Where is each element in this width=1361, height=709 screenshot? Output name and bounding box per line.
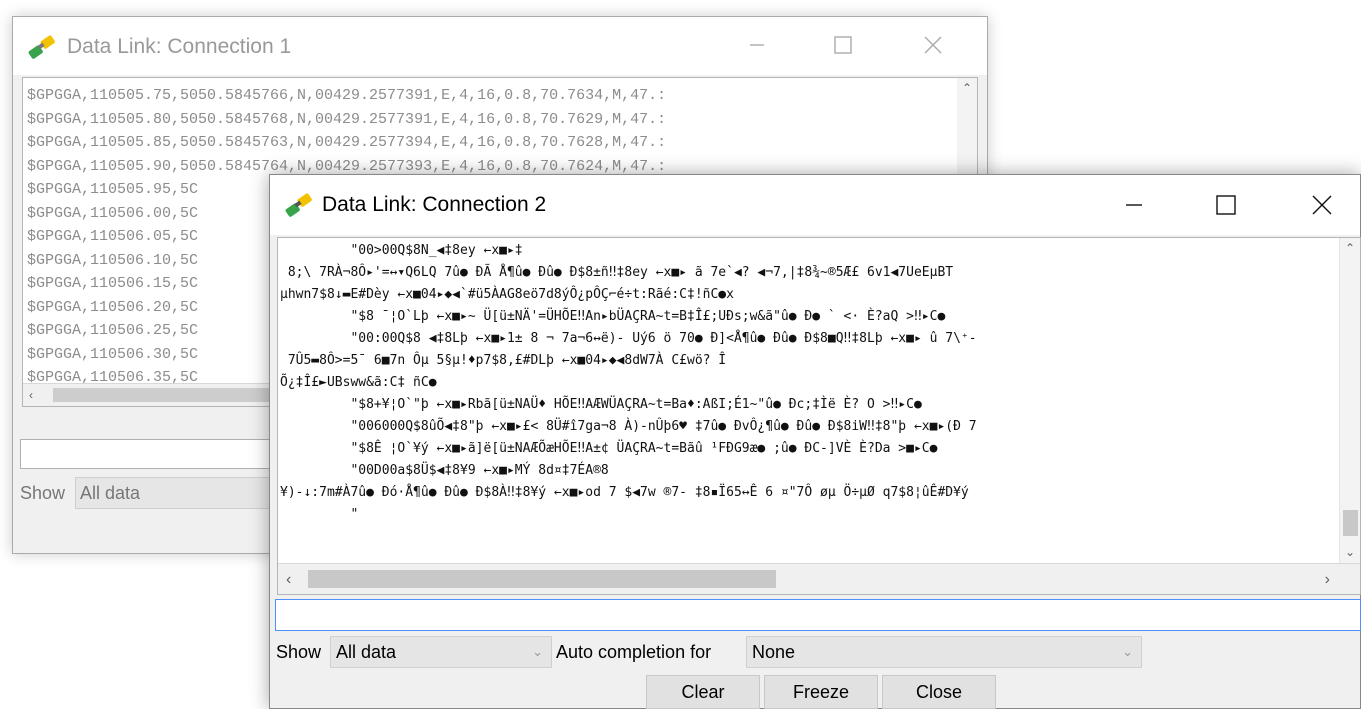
chevron-down-icon: ⌄ — [532, 644, 543, 659]
log-line: 8;\ 7RÀ¬8Ô▸'=↔▾Q6LQ 7û● ÐÃ Å¶û● Ðû● Ð$8±… — [280, 265, 954, 280]
log-line: Õ¿‡Î£►UBsww&ã:C‡ ñC● — [280, 375, 437, 390]
title-bar[interactable]: Data Link: Connection 2 — [270, 175, 1360, 235]
vertical-scrollbar[interactable]: ⌃ ⌄ — [1339, 238, 1360, 566]
horizontal-scrollbar[interactable]: ‹ › — [278, 563, 1360, 594]
horizontal-scroll-thumb[interactable] — [53, 388, 273, 402]
window-title: Data Link: Connection 1 — [67, 35, 292, 58]
log-line: "00:00Q$8 ◀‡8Lþ ←x■▸1± 8 ¬ 7a¬6↔ë)- Uý6 … — [280, 331, 977, 346]
log-line: " — [280, 507, 359, 522]
scroll-left-icon[interactable]: ‹ — [29, 389, 33, 401]
log-line: $GPGGA,110505.75,5050.5845766,N,00429.25… — [27, 87, 667, 104]
maximize-icon — [834, 36, 852, 54]
scroll-up-icon[interactable]: ⌃ — [1345, 242, 1355, 254]
log-line: ¥)-↓:7m#À7û● Ðó·Å¶û● Ðû● Ð$8À‼‡8¥ý ←x■▸o… — [280, 485, 969, 500]
maximize-button[interactable] — [1204, 185, 1248, 225]
scroll-down-icon[interactable]: ⌄ — [1345, 546, 1355, 558]
scroll-up-icon[interactable]: ⌃ — [962, 82, 972, 94]
log-line: 7Û5▬8Ô>=5¯ 6■7n Ôµ 5§µ!♦p7$8,£#DLþ ←x■04… — [280, 353, 727, 368]
show-select[interactable]: All data — [75, 477, 295, 509]
autocomplete-select[interactable]: None ⌄ — [746, 636, 1142, 668]
log-line: $GPGGA,110505.80,5050.5845768,N,00429.25… — [27, 110, 667, 128]
close-button[interactable] — [1300, 185, 1344, 225]
show-label: Show — [20, 483, 66, 503]
minimize-icon — [1126, 204, 1142, 206]
log-line: µhwn7$8↓▬E#Dèy ←x■04▸◆◀`#ü5ÀAG8eö7d8ýÔ¿p… — [280, 287, 734, 302]
show-label: Show — [276, 642, 322, 662]
close-button[interactable] — [911, 25, 955, 65]
freeze-button[interactable]: Freeze — [764, 675, 878, 709]
close-dialog-button[interactable]: Close — [882, 675, 996, 709]
maximize-icon — [1216, 195, 1236, 215]
show-select[interactable]: All data ⌄ — [330, 636, 552, 668]
window-connection-2[interactable]: Data Link: Connection 2 "00>00Q$8N_◀‡8ey… — [269, 174, 1361, 709]
minimize-button[interactable] — [1112, 185, 1156, 225]
close-icon — [1312, 195, 1332, 215]
scroll-right-icon[interactable]: › — [1325, 572, 1330, 588]
chevron-down-icon: ⌄ — [1122, 644, 1133, 659]
log-text: "00>00Q$8N_◀‡8ey ←x■▸‡ 8;\ 7RÀ¬8Ô▸'=↔▾Q6… — [280, 240, 1338, 526]
data-link-icon — [28, 35, 55, 59]
minimize-button[interactable] — [735, 25, 779, 65]
log-line: "00>00Q$8N_◀‡8ey ←x■▸‡ — [280, 243, 523, 258]
maximize-button[interactable] — [821, 25, 865, 65]
log-line: "006000Q$8ûÕ◀‡8"þ ←x■▸£< 8Ü#î7ga¬8 À)-nÛ… — [280, 419, 977, 434]
autocomplete-select-value: None — [752, 642, 796, 662]
close-icon — [924, 36, 942, 54]
log-line: "00D00a$8Ü$◀‡8¥9 ←x■▸MÝ 8d¤‡7ÉA®8 — [280, 463, 609, 478]
data-link-icon — [285, 193, 312, 217]
minimize-icon — [750, 44, 764, 46]
log-line: "$8 ¯¦O`Lþ ←x■▸~ Ü[ü±NÄ'=ÜHÕE‼An▸bÜAÇRA~… — [280, 309, 946, 324]
autocomplete-label: Auto completion for — [556, 642, 712, 662]
log-line: $GPGGA,110505.85,5050.5845763,N,00429.25… — [27, 134, 667, 151]
clear-button[interactable]: Clear — [646, 675, 760, 709]
data-log[interactable]: "00>00Q$8N_◀‡8ey ←x■▸‡ 8;\ 7RÀ¬8Ô▸'=↔▾Q6… — [277, 237, 1361, 595]
send-input[interactable] — [275, 599, 1361, 631]
title-bar[interactable]: Data Link: Connection 1 — [13, 17, 987, 75]
log-line: "$8+¥¦O`"þ ←x■▸Rbã[ü±NAÜ♦ HÕE‼AÆWÜAÇRA~t… — [280, 397, 922, 412]
log-line: "$8Ê ¦O`¥ý ←x■▸ã]ë[ü±NAÆÕæHÕE‼A±¢ ÜAÇRA~… — [280, 441, 938, 456]
scroll-left-icon[interactable]: ‹ — [286, 572, 291, 588]
vertical-scroll-thumb[interactable] — [1343, 510, 1358, 536]
horizontal-scroll-thumb[interactable] — [308, 570, 776, 588]
window-title: Data Link: Connection 2 — [322, 193, 547, 216]
show-select-value: All data — [336, 642, 397, 662]
